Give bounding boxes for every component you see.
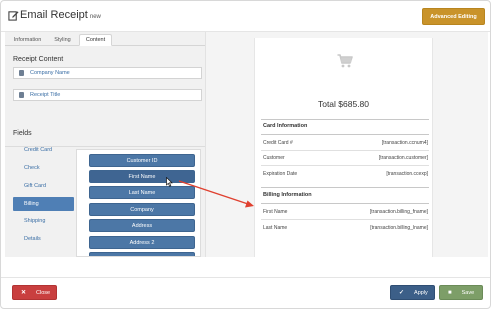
field-nav-billing[interactable]: Billing [13, 197, 74, 211]
close-button[interactable]: ✕ Close [12, 285, 57, 300]
field-nav-gift-card[interactable]: Gift Card [24, 183, 46, 189]
document-icon [19, 92, 24, 98]
mouse-pointer-icon [166, 177, 173, 187]
first-name-value: [transaction.billing_fname] [369, 209, 428, 215]
field-nav-credit-card[interactable]: Credit Card [24, 147, 52, 153]
expiration-date-value: [transaction.ccexp] [386, 171, 428, 177]
advanced-editing-button[interactable]: Advanced Editing [422, 8, 485, 25]
receipt-title-field[interactable]: Receipt Title [13, 89, 202, 101]
dialog-title-text: Email Receipt [20, 9, 88, 21]
divider [261, 203, 429, 204]
field-palette: Customer ID First Name Last Name Company… [76, 149, 201, 257]
dialog-title: Email Receipt new [20, 9, 101, 21]
shopping-cart-icon [337, 54, 353, 68]
field-button-first-name[interactable]: First Name [89, 170, 195, 183]
email-receipt-dialog: Email Receipt new Advanced Editing Inform… [0, 0, 491, 309]
company-name-field[interactable]: Company Name [13, 67, 202, 79]
billing-information-heading: Billing Information [263, 192, 312, 198]
field-button-address[interactable]: Address [89, 219, 195, 232]
close-label: Close [36, 289, 51, 296]
first-name-label: First Name [263, 209, 288, 215]
field-button-company[interactable]: Company [89, 203, 195, 216]
last-name-label: Last Name [263, 225, 288, 231]
checkmark-icon: ✓ [399, 290, 405, 296]
customer-value: [transaction.customer] [378, 155, 428, 161]
card-number-label: Credit Card # [263, 140, 293, 146]
receipt-title-value: Receipt Title [30, 92, 61, 98]
building-icon [19, 70, 24, 76]
apply-label: Apply [414, 289, 428, 296]
divider [261, 187, 429, 188]
expiration-date-label: Expiration Date [263, 171, 298, 177]
field-button-more[interactable] [89, 252, 195, 256]
new-badge: new [89, 14, 101, 20]
settings-panel: Information Styling Content Receipt Cont… [5, 32, 206, 257]
apply-button[interactable]: ✓ Apply [390, 285, 435, 300]
card-information-heading: Card Information [263, 123, 308, 129]
field-nav-details[interactable]: Details [24, 236, 41, 242]
customer-label: Customer [263, 155, 285, 161]
company-name-value: Company Name [30, 70, 70, 76]
card-number-value: [transaction.ccnum4] [381, 140, 428, 146]
close-icon: ✕ [21, 290, 27, 296]
divider [261, 219, 429, 220]
field-nav-shipping[interactable]: Shipping [24, 218, 45, 224]
floppy-disk-icon: ■ [448, 289, 452, 296]
edit-icon [8, 11, 19, 21]
tab-bar: Information Styling Content [5, 32, 205, 46]
tab-styling[interactable]: Styling [48, 34, 77, 46]
dialog-header: Email Receipt new Advanced Editing [1, 1, 490, 32]
field-button-last-name[interactable]: Last Name [89, 186, 195, 199]
divider [261, 134, 429, 135]
divider [261, 165, 429, 166]
fields-heading: Fields [13, 130, 32, 137]
tab-content[interactable]: Content [79, 34, 112, 46]
field-nav-check[interactable]: Check [24, 165, 40, 171]
divider [261, 150, 429, 151]
field-button-customer-id[interactable]: Customer ID [89, 154, 195, 167]
save-button[interactable]: ■ Save [439, 285, 483, 300]
receipt-content-heading: Receipt Content [13, 56, 64, 63]
divider [261, 119, 429, 120]
save-label: Save [461, 289, 475, 296]
field-button-address-2[interactable]: Address 2 [89, 236, 195, 249]
tab-information[interactable]: Information [9, 34, 46, 46]
receipt-total: Total $685.80 [317, 99, 370, 109]
last-name-value: [transaction.billing_lname] [370, 225, 428, 231]
